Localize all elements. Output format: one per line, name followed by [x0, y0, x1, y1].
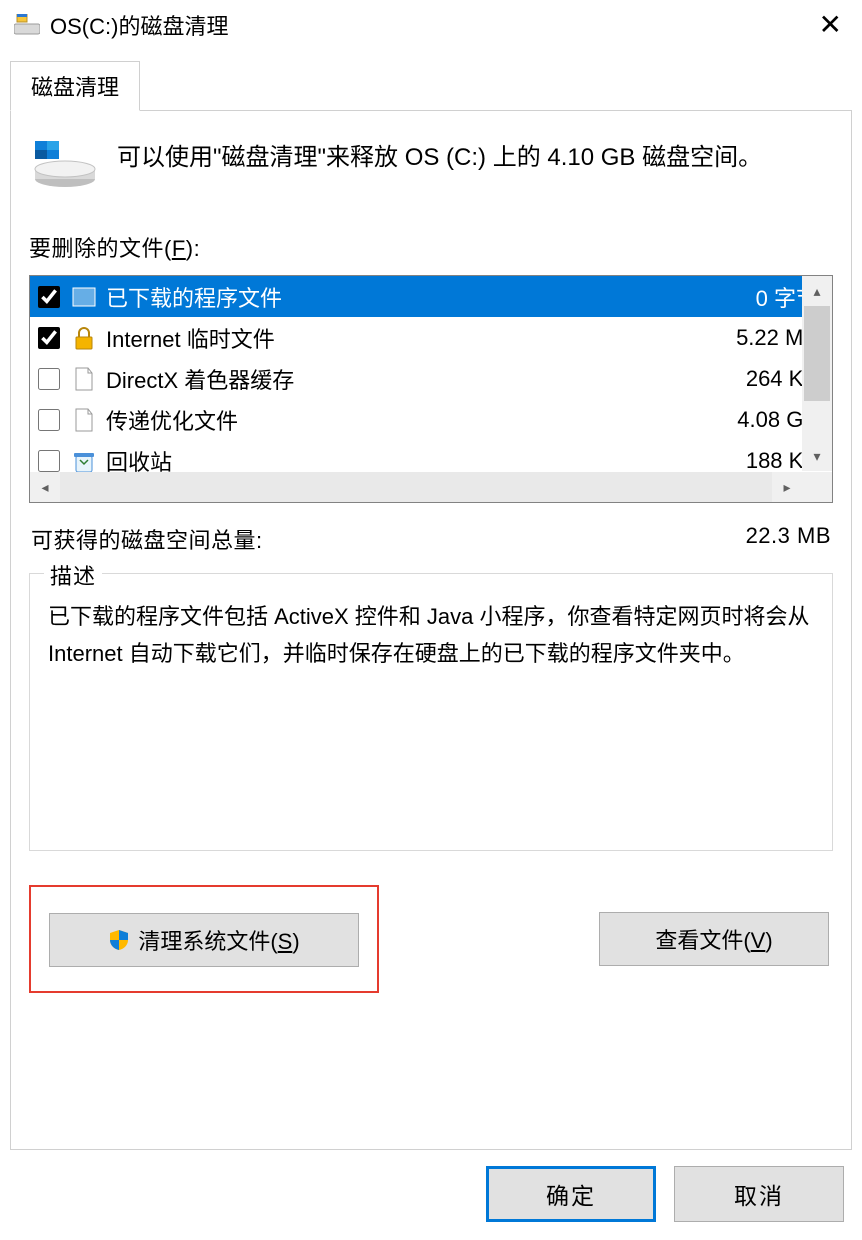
file-checkbox[interactable]	[38, 450, 60, 472]
file-checkbox[interactable]	[38, 327, 60, 349]
dialog-button-bar: 确定 取消	[0, 1150, 862, 1240]
drive-icon	[33, 139, 97, 189]
horizontal-scrollbar[interactable]: ◂ ▸	[30, 472, 802, 502]
file-icon	[70, 406, 98, 434]
total-space-label: 可获得的磁盘空间总量:	[31, 523, 263, 555]
highlight-box: 清理系统文件(S)	[29, 885, 379, 993]
files-listbox[interactable]: 已下载的程序文件0 字节Internet 临时文件5.22 MBDirectX …	[29, 275, 833, 503]
view-files-label: 查看文件(V)	[655, 923, 772, 955]
file-label: 已下载的程序文件	[104, 281, 756, 313]
scroll-up-arrow[interactable]: ▴	[802, 276, 832, 306]
titlebar: OS(C:)的磁盘清理 ✕	[0, 0, 862, 48]
file-label: DirectX 着色器缓存	[104, 363, 746, 395]
file-checkbox[interactable]	[38, 409, 60, 431]
description-groupbox: 描述 已下载的程序文件包括 ActiveX 控件和 Java 小程序，你查看特定…	[29, 573, 833, 851]
scroll-thumb[interactable]	[804, 306, 830, 401]
files-to-delete-label: 要删除的文件(F):	[29, 231, 833, 263]
file-checkbox[interactable]	[38, 368, 60, 390]
file-label: Internet 临时文件	[104, 322, 736, 354]
close-button[interactable]: ✕	[813, 11, 848, 39]
file-icon	[70, 365, 98, 393]
file-checkbox[interactable]	[38, 286, 60, 308]
list-item[interactable]: Internet 临时文件5.22 MB	[30, 317, 832, 358]
description-text: 已下载的程序文件包括 ActiveX 控件和 Java 小程序，你查看特定网页时…	[48, 598, 814, 673]
disk-cleanup-icon	[14, 14, 40, 36]
list-item[interactable]: DirectX 着色器缓存264 KB	[30, 358, 832, 399]
shield-icon	[108, 929, 130, 951]
box-icon	[70, 283, 98, 311]
lock-icon	[70, 324, 98, 352]
clean-system-files-button[interactable]: 清理系统文件(S)	[49, 913, 359, 967]
list-item[interactable]: 传递优化文件4.08 GB	[30, 399, 832, 440]
tab-disk-cleanup[interactable]: 磁盘清理	[10, 61, 140, 111]
scroll-corner	[802, 472, 832, 502]
clean-system-files-label: 清理系统文件(S)	[138, 924, 299, 956]
file-label: 传递优化文件	[104, 404, 737, 436]
vertical-scrollbar[interactable]: ▴ ▾	[802, 276, 832, 471]
cancel-button[interactable]: 取消	[674, 1166, 844, 1222]
intro-text: 可以使用"磁盘清理"来释放 OS (C:) 上的 4.10 GB 磁盘空间。	[117, 139, 762, 176]
tab-panel: 可以使用"磁盘清理"来释放 OS (C:) 上的 4.10 GB 磁盘空间。 要…	[10, 110, 852, 1150]
scroll-left-arrow[interactable]: ◂	[30, 472, 60, 502]
recycle-icon	[70, 447, 98, 475]
view-files-button[interactable]: 查看文件(V)	[599, 912, 829, 966]
description-legend: 描述	[44, 559, 102, 591]
total-space-value: 22.3 MB	[746, 523, 831, 555]
window-title: OS(C:)的磁盘清理	[50, 9, 228, 41]
scroll-right-arrow[interactable]: ▸	[772, 472, 802, 502]
ok-button[interactable]: 确定	[486, 1166, 656, 1222]
list-item[interactable]: 已下载的程序文件0 字节	[30, 276, 832, 317]
scroll-down-arrow[interactable]: ▾	[802, 441, 832, 471]
